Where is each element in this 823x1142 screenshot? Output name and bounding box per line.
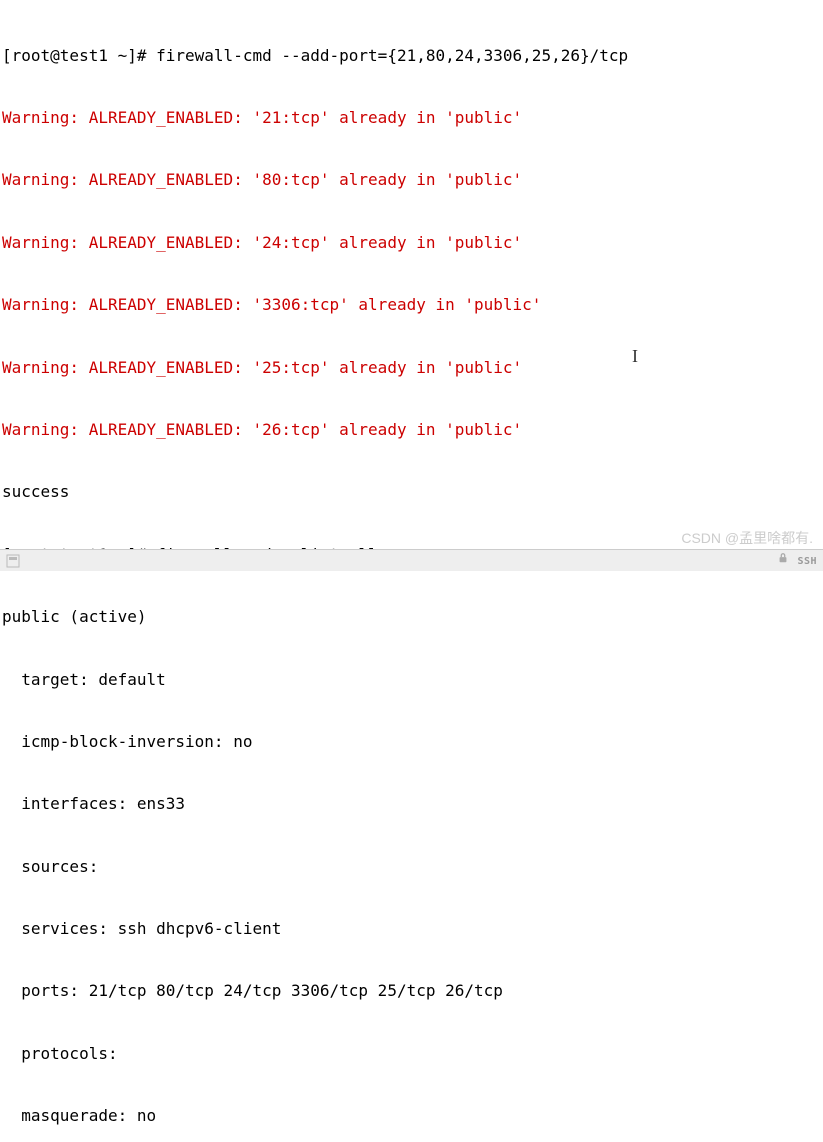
- lock-icon: [777, 552, 791, 566]
- warning-line: Warning: ALREADY_ENABLED: '3306:tcp' alr…: [2, 295, 821, 316]
- listall-ports: ports: 21/tcp 80/tcp 24/tcp 3306/tcp 25/…: [2, 981, 821, 1002]
- cmd-add-port: firewall-cmd --add-port={21,80,24,3306,2…: [156, 46, 628, 65]
- warning-line: Warning: ALREADY_ENABLED: '25:tcp' alrea…: [2, 358, 821, 379]
- listall-services: services: ssh dhcpv6-client: [2, 919, 821, 940]
- warning-line: Warning: ALREADY_ENABLED: '26:tcp' alrea…: [2, 420, 821, 441]
- status-right: SSH: [777, 552, 817, 568]
- listall-sources: sources:: [2, 857, 821, 878]
- listall-interfaces: interfaces: ens33: [2, 794, 821, 815]
- ssh-label: SSH: [797, 556, 817, 567]
- terminal-output[interactable]: [root@test1 ~]# firewall-cmd --add-port=…: [0, 0, 823, 1142]
- prompt: [root@test1 ~]#: [2, 46, 156, 65]
- status-icon: [6, 554, 20, 568]
- listall-protocols: protocols:: [2, 1044, 821, 1065]
- listall-header: public (active): [2, 607, 821, 628]
- status-bar: SSH: [0, 549, 823, 571]
- listall-target: target: default: [2, 670, 821, 691]
- warning-line: Warning: ALREADY_ENABLED: '80:tcp' alrea…: [2, 170, 821, 191]
- warning-line: Warning: ALREADY_ENABLED: '24:tcp' alrea…: [2, 233, 821, 254]
- warning-line: Warning: ALREADY_ENABLED: '21:tcp' alrea…: [2, 108, 821, 129]
- listall-masquerade: masquerade: no: [2, 1106, 821, 1127]
- command-line-1: [root@test1 ~]# firewall-cmd --add-port=…: [2, 46, 821, 67]
- success-line: success: [2, 482, 821, 503]
- listall-icmp-inv: icmp-block-inversion: no: [2, 732, 821, 753]
- status-left: [6, 554, 20, 568]
